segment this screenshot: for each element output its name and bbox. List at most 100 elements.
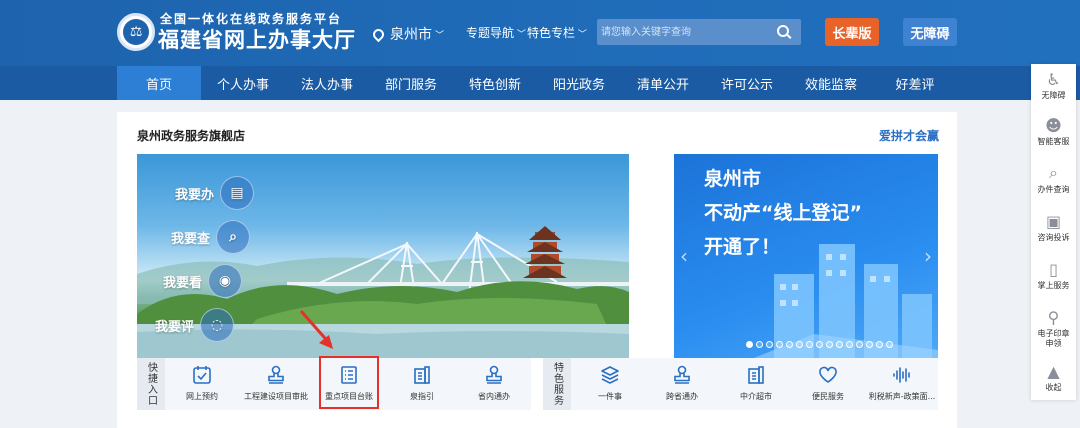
platform-title[interactable]: 福建省网上办事大厅 [158, 24, 356, 54]
sidebar-item-consult-complaint[interactable]: ▣ 咨询投诉 [1031, 212, 1076, 243]
magnifier-document-icon: ⌕ [216, 220, 251, 254]
carousel-dot[interactable] [746, 341, 753, 348]
service-item-one-thing[interactable]: 一件事 [580, 358, 640, 410]
nav-innovation[interactable]: 特色创新 [453, 66, 537, 100]
search-icon: ⌕ [1049, 163, 1058, 182]
quick-item-label: 网上预约 [186, 392, 218, 401]
hero-action-apply[interactable]: 我要办 ▤ [175, 176, 255, 210]
nav-home[interactable]: 首页 [117, 66, 201, 100]
city-selector[interactable]: 泉州市 ﹀ [370, 24, 445, 44]
service-item-convenience[interactable]: 便民服务 [798, 358, 858, 410]
features-nav-label: 特色专栏 [527, 26, 576, 40]
quick-item-quan-guide[interactable]: 泉指引 [392, 358, 452, 410]
carousel-dot[interactable] [816, 341, 823, 348]
search-icon[interactable] [777, 25, 789, 37]
carousel-dot[interactable] [846, 341, 853, 348]
location-pin-icon [370, 26, 387, 42]
sidebar-item-label: 办件查询 [1037, 185, 1070, 194]
carousel-dot[interactable] [796, 341, 803, 348]
chevron-down-icon: ﹀ [514, 30, 526, 40]
elder-mode-button[interactable]: 长辈版 [825, 18, 879, 46]
topics-nav-dropdown[interactable]: 专题导航 ﹀ [466, 24, 526, 41]
sidebar-item-label: 电子印章申领 [1037, 329, 1070, 348]
carousel-dot[interactable] [866, 341, 873, 348]
building-icon [411, 364, 433, 386]
carousel-dot[interactable] [886, 341, 893, 348]
right-floating-toolbar: ♿ 无障碍 ☻ 智能客服 ⌕ 办件查询 ▣ 咨询投诉 ▯ 掌上服务 ⚲ 电子印章… [1031, 64, 1076, 400]
carousel-dot[interactable] [836, 341, 843, 348]
hero-action-evaluate[interactable]: 我要评 ◌ [155, 308, 235, 342]
hero-action-evaluate-label: 我要评 [155, 319, 195, 335]
carousel-dot[interactable] [756, 341, 763, 348]
city-name: 泉州市 [390, 27, 432, 43]
hero-action-view[interactable]: 我要看 ◉ [163, 264, 243, 298]
carousel-prev-arrow[interactable]: ‹ [680, 244, 688, 268]
quick-item-label: 泉指引 [410, 392, 434, 401]
panel-slogan-link[interactable]: 爱拼才会赢 [879, 127, 939, 144]
sidebar-item-label: 咨询投诉 [1037, 233, 1070, 242]
hero-action-apply-label: 我要办 [175, 187, 215, 203]
chevron-down-icon: ﹀ [575, 30, 587, 40]
sidebar-item-label: 智能客服 [1037, 137, 1070, 146]
nav-personal[interactable]: 个人办事 [201, 66, 285, 100]
stamp-icon [483, 364, 505, 386]
carousel-dot[interactable] [826, 341, 833, 348]
service-item-cross-province[interactable]: 跨省通办 [652, 358, 712, 410]
service-item-label: 中介超市 [740, 392, 772, 401]
carousel-dot[interactable] [766, 341, 773, 348]
nav-department[interactable]: 部门服务 [369, 66, 453, 100]
nav-efficiency-supervision[interactable]: 效能监察 [789, 66, 873, 100]
search-input[interactable] [597, 19, 767, 45]
quick-item-construction-approval[interactable]: 工程建设项目审批 [240, 358, 312, 410]
sidebar-item-label: 掌上服务 [1037, 281, 1070, 290]
service-item-label: 一件事 [598, 392, 622, 401]
carousel-next-arrow[interactable]: › [924, 244, 932, 268]
government-emblem-logo[interactable]: ⚖ [117, 13, 155, 51]
carousel-dot[interactable] [876, 341, 883, 348]
nav-corporate[interactable]: 法人办事 [285, 66, 369, 100]
stamp-icon: ⚲ [1047, 307, 1060, 327]
triangle-up-icon: ▲ [1047, 361, 1060, 381]
hero-action-query[interactable]: 我要查 ⌕ [171, 220, 251, 254]
promo-line-3: 开通了！ [704, 236, 781, 258]
promo-line-2: 不动产“线上登记” [704, 202, 862, 224]
sidebar-item-smart-service[interactable]: ☻ 智能客服 [1031, 116, 1076, 147]
annotation-arrow-icon [299, 310, 333, 349]
carousel-dot[interactable] [776, 341, 783, 348]
nav-license-publicity[interactable]: 许可公示 [705, 66, 789, 100]
hero-action-view-label: 我要看 [163, 275, 203, 291]
quick-item-province-service[interactable]: 省内通办 [464, 358, 524, 410]
carousel-dot[interactable] [856, 341, 863, 348]
robot-icon: ☻ [1045, 115, 1062, 135]
nav-open-government[interactable]: 阳光政务 [537, 66, 621, 100]
mobile-icon: ▯ [1049, 259, 1058, 279]
quick-item-label: 工程建设项目审批 [244, 392, 308, 401]
quick-entry-label: 快捷入口 [137, 358, 165, 410]
promo-banner[interactable]: 泉州市 不动产“线上登记” 开通了！ ‹ › [674, 154, 938, 358]
service-item-agency-market[interactable]: 中介超市 [726, 358, 786, 410]
sidebar-item-accessibility[interactable]: ♿ 无障碍 [1031, 70, 1076, 101]
service-item-tax-policy[interactable]: 利税新声-政策面... [864, 358, 940, 410]
quick-item-online-appointment[interactable]: 网上预约 [171, 358, 233, 410]
chevron-down-icon: ﹀ [435, 30, 445, 41]
sidebar-collapse[interactable]: ▲ 收起 [1031, 362, 1076, 393]
heart-icon [817, 364, 839, 386]
nav-evaluation[interactable]: 好差评 [873, 66, 957, 100]
carousel-dot[interactable] [786, 341, 793, 348]
sidebar-item-mobile-service[interactable]: ▯ 掌上服务 [1031, 260, 1076, 291]
stamp-icon [265, 364, 287, 386]
sidebar-item-e-seal[interactable]: ⚲ 电子印章申领 [1031, 308, 1076, 349]
sidebar-item-label: 无障碍 [1041, 91, 1066, 100]
features-nav-dropdown[interactable]: 特色专栏 ﹀ [527, 24, 587, 41]
calendar-check-icon [191, 364, 213, 386]
sidebar-item-label: 收起 [1045, 383, 1062, 392]
service-item-label: 跨省通办 [666, 392, 698, 401]
eye-icon: ◉ [208, 264, 243, 298]
layers-icon [599, 364, 621, 386]
carousel-dot[interactable] [806, 341, 813, 348]
sidebar-item-case-query[interactable]: ⌕ 办件查询 [1031, 163, 1076, 195]
accessibility-button[interactable]: 无障碍 [903, 18, 957, 46]
nav-list-disclosure[interactable]: 清单公开 [621, 66, 705, 100]
quick-item-label: 省内通办 [478, 392, 510, 401]
chat-bubble-icon: ◌ [200, 308, 235, 342]
